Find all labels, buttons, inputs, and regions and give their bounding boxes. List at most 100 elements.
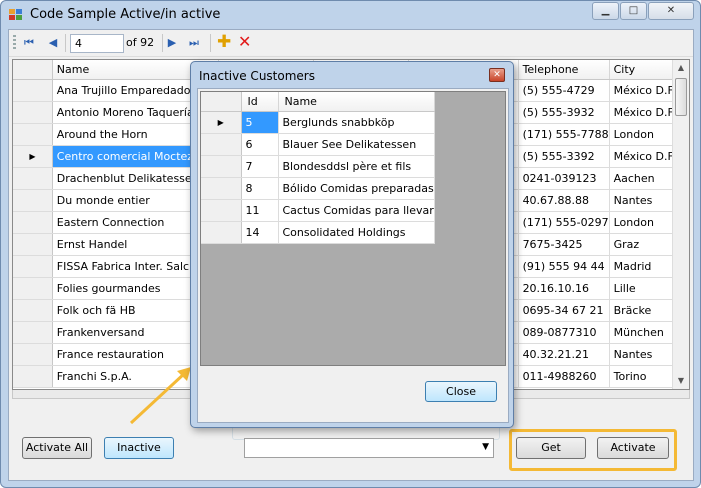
inactive-button[interactable]: Inactive	[104, 437, 174, 459]
table-cell[interactable]: 0241-039123	[518, 167, 610, 190]
dialog-close-button[interactable]: Close	[425, 381, 497, 402]
record-count-label: of 92	[126, 36, 155, 49]
column-header-name[interactable]: Name	[278, 92, 435, 112]
table-row[interactable]: 7 Blondesddsl père et fils	[201, 155, 435, 178]
scroll-thumb[interactable]	[675, 78, 687, 116]
row-header[interactable]	[13, 255, 53, 278]
chevron-down-icon[interactable]: ▼	[482, 442, 489, 452]
dialog-title: Inactive Customers	[199, 69, 315, 83]
table-cell[interactable]: (171) 555-7788	[518, 123, 610, 146]
table-cell[interactable]: Cactus Comidas para llevar	[278, 199, 435, 222]
first-record-button[interactable]: ⏮	[21, 35, 37, 51]
toolbar-separator	[65, 34, 66, 52]
row-header[interactable]	[13, 101, 53, 124]
table-cell[interactable]: (5) 555-4729	[518, 79, 610, 102]
close-button[interactable]: ✕	[648, 2, 694, 20]
row-header[interactable]: ▶	[201, 111, 242, 134]
row-header[interactable]: ▶	[13, 145, 53, 168]
maximize-button[interactable]: □	[620, 2, 647, 20]
table-cell[interactable]: 0695-34 67 21	[518, 299, 610, 322]
row-header[interactable]	[13, 233, 53, 256]
table-cell[interactable]: 6	[241, 133, 279, 156]
table-row[interactable]: ▶ 5 Berglunds snabbköp	[201, 111, 435, 134]
table-cell[interactable]: Blondesddsl père et fils	[278, 155, 435, 178]
table-row[interactable]: 14 Consolidated Holdings	[201, 221, 435, 244]
position-input[interactable]	[70, 34, 124, 53]
column-header-id[interactable]: Id	[241, 92, 279, 112]
table-cell[interactable]: Bólido Comidas preparadas	[278, 177, 435, 200]
table-cell[interactable]: 14	[241, 221, 279, 244]
table-cell[interactable]: (5) 555-3932	[518, 101, 610, 124]
inactive-grid[interactable]: Id Name ▶ 5 Berglunds snabbköp 6 Blauer See …	[200, 91, 506, 366]
scroll-up-icon[interactable]: ▲	[673, 60, 689, 76]
table-cell[interactable]: Blauer See Delikatessen	[278, 133, 435, 156]
row-header[interactable]	[13, 343, 53, 366]
maximize-icon: □	[628, 5, 639, 16]
table-cell[interactable]: 089-0877310	[518, 321, 610, 344]
previous-record-button[interactable]: ◀	[45, 35, 61, 51]
customer-combo[interactable]: ▼	[244, 438, 494, 458]
row-header[interactable]	[13, 321, 53, 344]
first-icon: ⏮	[24, 36, 34, 49]
activate-all-button[interactable]: Activate All	[22, 437, 92, 459]
row-header[interactable]	[201, 199, 242, 222]
minimize-button[interactable]: ▁	[592, 2, 619, 20]
dialog-close-icon[interactable]: ✕	[489, 68, 505, 82]
table-cell[interactable]: 5	[241, 111, 279, 134]
title-bar[interactable]: Code Sample Active/in active ▁ □ ✕	[1, 1, 700, 29]
activate-button[interactable]: Activate	[597, 437, 669, 459]
row-header[interactable]	[201, 155, 242, 178]
table-cell[interactable]: Berglunds snabbköp	[278, 111, 435, 134]
column-header-telephone[interactable]: Telephone	[518, 60, 610, 80]
table-cell[interactable]: (171) 555-0297	[518, 211, 610, 234]
table-cell[interactable]: (91) 555 94 44	[518, 255, 610, 278]
row-header[interactable]	[201, 133, 242, 156]
row-header[interactable]	[13, 277, 53, 300]
row-header[interactable]	[201, 221, 242, 244]
table-cell[interactable]: 7	[241, 155, 279, 178]
last-icon: ⏭	[189, 36, 199, 49]
minimize-icon: ▁	[601, 5, 610, 16]
window-title: Code Sample Active/in active	[30, 7, 221, 22]
delete-icon[interactable]: ✕	[238, 33, 251, 51]
binding-navigator: ⏮ ◀ of 92 ▶ ⏭ ✚ ✕	[9, 30, 693, 57]
row-header[interactable]	[13, 299, 53, 322]
table-cell[interactable]: 011-4988260	[518, 365, 610, 388]
row-header[interactable]	[201, 177, 242, 200]
table-cell[interactable]: (5) 555-3392	[518, 145, 610, 168]
table-cell[interactable]: 8	[241, 177, 279, 200]
row-header[interactable]	[13, 211, 53, 234]
row-header-corner	[201, 92, 242, 112]
vertical-scrollbar[interactable]: ▲ ▼	[672, 60, 689, 389]
inactive-table: Id Name ▶ 5 Berglunds snabbköp 6 Blauer See …	[201, 92, 435, 244]
arrow-annotation-icon	[129, 367, 191, 425]
table-cell[interactable]: 40.32.21.21	[518, 343, 610, 366]
last-record-button[interactable]: ⏭	[186, 35, 202, 51]
table-cell[interactable]: 7675-3425	[518, 233, 610, 256]
row-header[interactable]	[13, 189, 53, 212]
table-cell[interactable]: 20.16.10.16	[518, 277, 610, 300]
table-cell[interactable]: Consolidated Holdings	[278, 221, 435, 244]
toolbar-separator	[162, 34, 163, 52]
inactive-customers-dialog: Inactive Customers ✕ Id Name ▶ 5 Berglunds…	[190, 61, 514, 428]
row-header[interactable]	[13, 167, 53, 190]
table-row[interactable]: 8 Bólido Comidas preparadas	[201, 177, 435, 200]
row-header[interactable]	[13, 123, 53, 146]
table-cell[interactable]: 40.67.88.88	[518, 189, 610, 212]
toolbar-grip[interactable]	[13, 35, 16, 51]
get-button[interactable]: Get	[516, 437, 586, 459]
table-cell[interactable]: 11	[241, 199, 279, 222]
add-icon[interactable]: ✚	[217, 33, 231, 51]
table-row[interactable]: 11 Cactus Comidas para llevar	[201, 199, 435, 222]
row-header-corner	[13, 60, 53, 80]
close-icon: ✕	[666, 5, 676, 16]
dialog-body: Id Name ▶ 5 Berglunds snabbköp 6 Blauer See …	[197, 88, 509, 423]
table-row[interactable]: 6 Blauer See Delikatessen	[201, 133, 435, 156]
row-header[interactable]	[13, 365, 53, 388]
main-window: Code Sample Active/in active ▁ □ ✕ ⏮ ◀ o…	[0, 0, 701, 488]
next-record-button[interactable]: ▶	[164, 35, 180, 51]
scroll-down-icon[interactable]: ▼	[673, 373, 689, 389]
toolbar-separator	[210, 34, 211, 52]
next-icon: ▶	[167, 36, 177, 49]
row-header[interactable]	[13, 79, 53, 102]
